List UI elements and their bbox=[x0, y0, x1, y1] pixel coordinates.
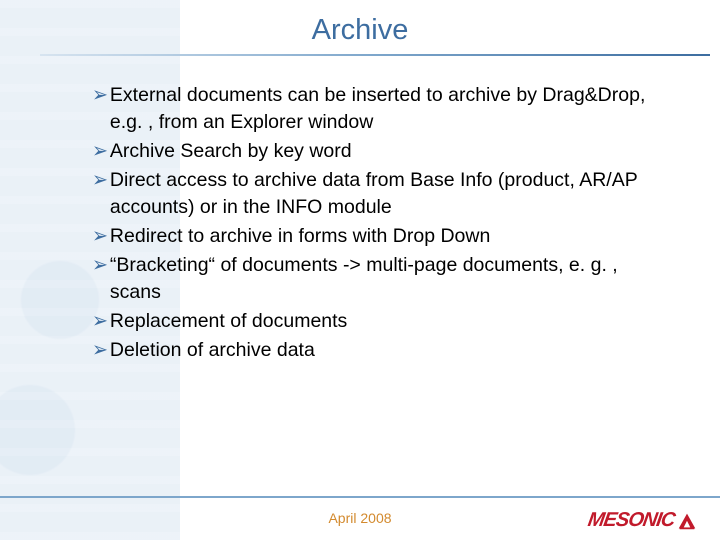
bullet-text: Direct access to archive data from Base … bbox=[110, 167, 668, 221]
bullet-text: External documents can be inserted to ar… bbox=[110, 82, 668, 136]
chevron-right-icon: ➢ bbox=[92, 336, 108, 366]
list-item: ➢ “Bracketing“ of documents -> multi-pag… bbox=[92, 252, 668, 306]
bullet-text: Redirect to archive in forms with Drop D… bbox=[110, 223, 490, 250]
brand-mark-icon bbox=[676, 510, 698, 532]
slide: Archive ➢ External documents can be inse… bbox=[0, 0, 720, 540]
bullet-list: ➢ External documents can be inserted to … bbox=[92, 82, 668, 366]
chevron-right-icon: ➢ bbox=[92, 222, 108, 252]
title-wrap: Archive bbox=[0, 14, 720, 51]
slide-title: Archive bbox=[312, 14, 409, 51]
bullet-text: Replacement of documents bbox=[110, 308, 347, 335]
chevron-right-icon: ➢ bbox=[92, 307, 108, 337]
brand-name: MESONIC bbox=[586, 509, 676, 532]
footer-divider bbox=[0, 496, 720, 498]
list-item: ➢ Deletion of archive data bbox=[92, 337, 668, 364]
bullet-text: “Bracketing“ of documents -> multi-page … bbox=[110, 252, 668, 306]
title-underline bbox=[40, 54, 710, 56]
list-item: ➢ Redirect to archive in forms with Drop… bbox=[92, 223, 668, 250]
chevron-right-icon: ➢ bbox=[92, 166, 108, 196]
list-item: ➢ Archive Search by key word bbox=[92, 138, 668, 165]
chevron-right-icon: ➢ bbox=[92, 251, 108, 281]
chevron-right-icon: ➢ bbox=[92, 81, 108, 111]
list-item: ➢ Direct access to archive data from Bas… bbox=[92, 167, 668, 221]
bullet-text: Deletion of archive data bbox=[110, 337, 315, 364]
list-item: ➢ External documents can be inserted to … bbox=[92, 82, 668, 136]
bullet-text: Archive Search by key word bbox=[110, 138, 352, 165]
brand-logo: MESONIC bbox=[588, 509, 698, 532]
chevron-right-icon: ➢ bbox=[92, 137, 108, 167]
list-item: ➢ Replacement of documents bbox=[92, 308, 668, 335]
